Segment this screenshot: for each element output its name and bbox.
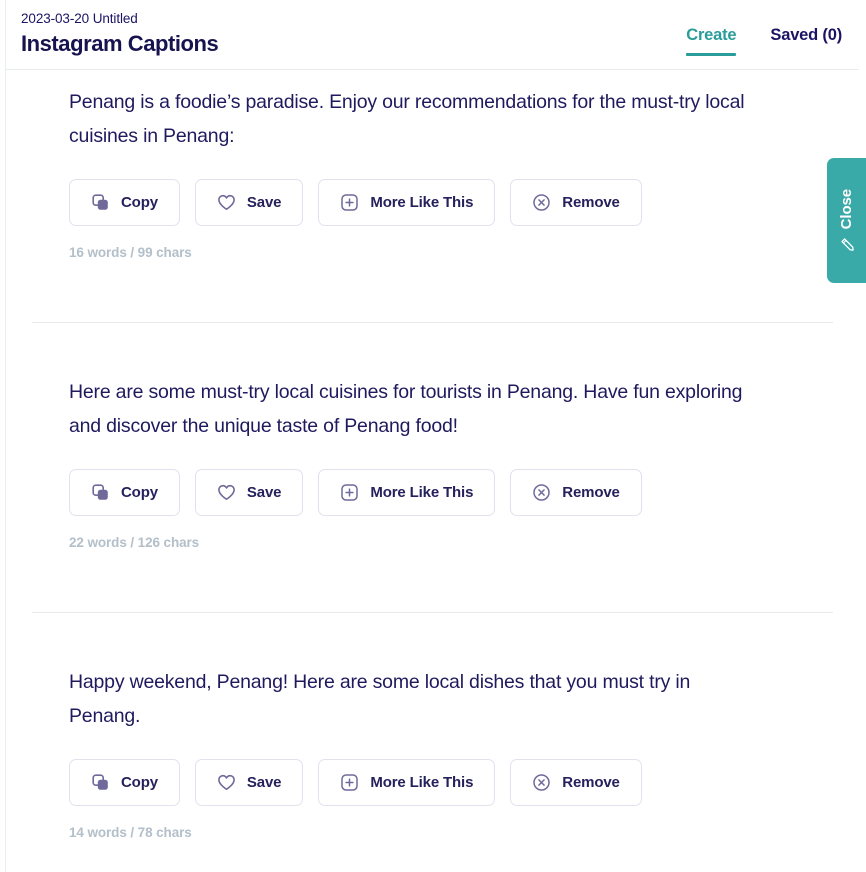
header-tabs: Create Saved (0): [686, 0, 859, 70]
result-item: Penang is a foodie’s paradise. Enjoy our…: [6, 71, 859, 260]
copy-button-label: Copy: [121, 484, 158, 501]
copy-button[interactable]: Copy: [69, 759, 180, 806]
caption-text: Penang is a foodie’s paradise. Enjoy our…: [69, 91, 745, 147]
remove-button[interactable]: Remove: [510, 759, 642, 806]
close-circle-icon: [532, 773, 551, 792]
document-meta: 2023-03-20 Untitled: [21, 11, 138, 26]
caption-text: Here are some must-try local cuisines fo…: [69, 381, 743, 437]
copy-icon: [91, 193, 110, 212]
plus-square-icon: [340, 193, 359, 212]
copy-button[interactable]: Copy: [69, 179, 180, 226]
more-like-this-button[interactable]: More Like This: [318, 179, 496, 226]
close-circle-icon: [532, 193, 551, 212]
caption-actions: Copy Save More Like This Remove: [32, 179, 833, 226]
caption-text: Happy weekend, Penang! Here are some loc…: [69, 671, 691, 727]
header-title-group: 2023-03-20 Untitled Instagram Captions: [6, 0, 219, 59]
save-button[interactable]: Save: [194, 469, 304, 516]
close-tab-label: Close: [838, 189, 855, 230]
heart-icon: [217, 193, 236, 212]
copy-icon: [91, 773, 110, 792]
heart-icon: [217, 483, 236, 502]
copy-button[interactable]: Copy: [69, 469, 180, 516]
copy-button-label: Copy: [121, 774, 158, 791]
remove-button[interactable]: Remove: [510, 179, 642, 226]
save-button-label: Save: [246, 774, 282, 791]
result-item: Happy weekend, Penang! Here are some loc…: [6, 613, 859, 840]
more-like-this-button-label: More Like This: [370, 774, 474, 791]
tab-create[interactable]: Create: [686, 26, 737, 63]
pencil-icon: [839, 236, 855, 252]
heart-icon: [217, 773, 236, 792]
save-button[interactable]: Save: [194, 179, 304, 226]
close-panel-tab[interactable]: Close: [827, 158, 866, 283]
results-list: Penang is a foodie’s paradise. Enjoy our…: [6, 71, 859, 872]
copy-button-label: Copy: [121, 194, 158, 211]
page-title: Instagram Captions: [21, 31, 219, 56]
remove-button-label: Remove: [562, 774, 620, 791]
caption-actions: Copy Save More Like This Remove: [32, 469, 833, 516]
remove-button[interactable]: Remove: [510, 469, 642, 516]
app-header: 2023-03-20 Untitled Instagram Captions C…: [6, 0, 859, 70]
instagram-captions-app: 2023-03-20 Untitled Instagram Captions C…: [0, 0, 866, 872]
more-like-this-button-label: More Like This: [370, 484, 474, 501]
plus-square-icon: [340, 483, 359, 502]
word-char-count: 22 words / 126 chars: [69, 535, 200, 550]
save-button-label: Save: [246, 484, 282, 501]
word-char-count: 16 words / 99 chars: [69, 245, 192, 260]
more-like-this-button-label: More Like This: [370, 194, 474, 211]
result-item: Here are some must-try local cuisines fo…: [6, 323, 859, 550]
plus-square-icon: [340, 773, 359, 792]
remove-button-label: Remove: [562, 484, 620, 501]
word-char-count: 14 words / 78 chars: [69, 825, 192, 840]
copy-icon: [91, 483, 110, 502]
save-button[interactable]: Save: [194, 759, 304, 806]
close-circle-icon: [532, 483, 551, 502]
caption-actions: Copy Save More Like This Remove: [32, 759, 833, 806]
tab-saved[interactable]: Saved (0): [770, 26, 842, 63]
more-like-this-button[interactable]: More Like This: [318, 469, 496, 516]
more-like-this-button[interactable]: More Like This: [318, 759, 496, 806]
remove-button-label: Remove: [562, 194, 620, 211]
save-button-label: Save: [246, 194, 282, 211]
